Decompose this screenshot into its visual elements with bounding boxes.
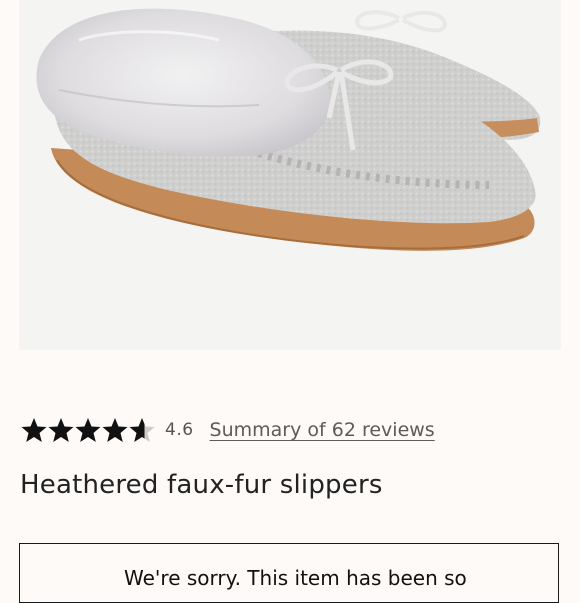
availability-notice: We're sorry. This item has been so <box>19 543 559 603</box>
star-icon <box>47 416 75 444</box>
product-title: Heathered faux-fur slippers <box>20 470 383 500</box>
rating-value: 4.6 <box>165 420 194 440</box>
star-rating <box>20 416 155 444</box>
star-icon <box>74 416 102 444</box>
slippers-illustration <box>36 8 541 251</box>
rating-row: 4.6 Summary of 62 reviews <box>20 414 435 446</box>
reviews-summary-link[interactable]: Summary of 62 reviews <box>210 419 435 441</box>
product-image[interactable] <box>19 0 561 350</box>
notice-text: We're sorry. This item has been so <box>124 566 467 590</box>
star-icon <box>128 416 156 444</box>
star-icon <box>20 416 48 444</box>
star-icon <box>101 416 129 444</box>
